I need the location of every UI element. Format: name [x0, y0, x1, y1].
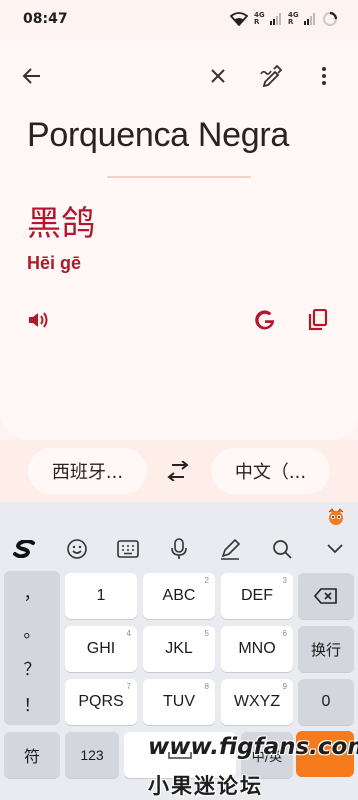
symbol-comma[interactable]: ， — [4, 579, 60, 604]
status-icons: 4G R 4G R — [230, 11, 338, 27]
key-ghi[interactable]: GHI 4 — [65, 626, 137, 672]
close-icon — [210, 68, 226, 84]
network-badge-2: 4G R — [288, 11, 299, 26]
swype-logo-icon — [13, 540, 37, 558]
keyboard-icon — [117, 540, 139, 558]
handwriting-pen-icon — [260, 65, 282, 87]
watermark-url: www.figfans.com — [148, 734, 358, 760]
divider — [107, 176, 251, 178]
speaker-icon — [27, 310, 49, 330]
close-button[interactable] — [198, 56, 238, 96]
network-badge-1: 4G R — [254, 11, 265, 26]
swap-languages-button[interactable] — [158, 451, 198, 491]
status-time: 08:47 — [23, 11, 68, 27]
key-1[interactable]: 1 — [65, 573, 137, 619]
key-abc[interactable]: ABC 2 — [143, 573, 215, 619]
backspace-icon — [314, 588, 338, 604]
more-vert-icon — [321, 66, 327, 86]
emoji-button[interactable] — [62, 534, 92, 564]
wifi-icon — [230, 12, 248, 26]
key-def[interactable]: DEF 3 — [221, 573, 293, 619]
symbol-period[interactable]: 。 — [4, 617, 60, 642]
watermark-name: 小果迷论坛 — [148, 774, 263, 798]
collapse-icon — [327, 544, 343, 554]
translated-text: 黑鸽 — [27, 204, 95, 244]
battery-icon — [322, 11, 338, 27]
mic-icon — [170, 538, 188, 560]
romanization-text: Hēi gē — [27, 253, 82, 273]
source-language-button[interactable]: 西班牙... — [28, 448, 147, 494]
handwrite-icon — [219, 538, 241, 560]
keyboard-search-button[interactable] — [267, 534, 297, 564]
keyboard-mascot-icon — [325, 508, 347, 526]
handwriting-button[interactable] — [251, 56, 291, 96]
swap-arrows-icon — [166, 461, 190, 481]
zero-key[interactable]: 0 — [298, 679, 354, 725]
symbol-key[interactable]: 符 — [4, 732, 60, 778]
google-icon — [253, 308, 277, 332]
symbol-exclaim[interactable]: ！ — [4, 691, 60, 716]
key-wxyz[interactable]: WXYZ 9 — [221, 679, 293, 725]
number-key[interactable]: 123 — [65, 732, 119, 778]
signal-icon-1 — [270, 13, 282, 25]
handwrite-input-button[interactable] — [215, 534, 245, 564]
back-button[interactable] — [12, 56, 52, 96]
emoji-icon — [66, 538, 88, 560]
keyboard-logo-button[interactable] — [10, 534, 40, 564]
copy-icon — [308, 309, 328, 331]
backspace-key[interactable] — [298, 573, 354, 619]
key-jkl[interactable]: JKL 5 — [143, 626, 215, 672]
listen-button[interactable] — [18, 300, 58, 340]
keyboard-layout-button[interactable] — [113, 534, 143, 564]
collapse-keyboard-button[interactable] — [320, 534, 350, 564]
target-language-button[interactable]: 中文（... — [211, 448, 330, 494]
key-pqrs[interactable]: PQRS 7 — [65, 679, 137, 725]
newline-key[interactable]: 换行 — [298, 626, 354, 672]
back-arrow-icon — [22, 66, 42, 86]
search-icon — [272, 539, 292, 559]
source-text[interactable]: Porquenca Negra — [27, 116, 289, 155]
google-search-button[interactable] — [245, 300, 285, 340]
status-bar: 08:47 4G R 4G R — [0, 0, 358, 40]
key-mno[interactable]: MNO 6 — [221, 626, 293, 672]
symbol-column[interactable]: ， 。 ？ ！ — [4, 571, 60, 725]
symbol-question[interactable]: ？ — [4, 655, 60, 680]
more-options-button[interactable] — [304, 56, 344, 96]
key-tuv[interactable]: TUV 8 — [143, 679, 215, 725]
copy-button[interactable] — [298, 300, 338, 340]
signal-icon-2 — [304, 13, 316, 25]
voice-input-button[interactable] — [164, 534, 194, 564]
